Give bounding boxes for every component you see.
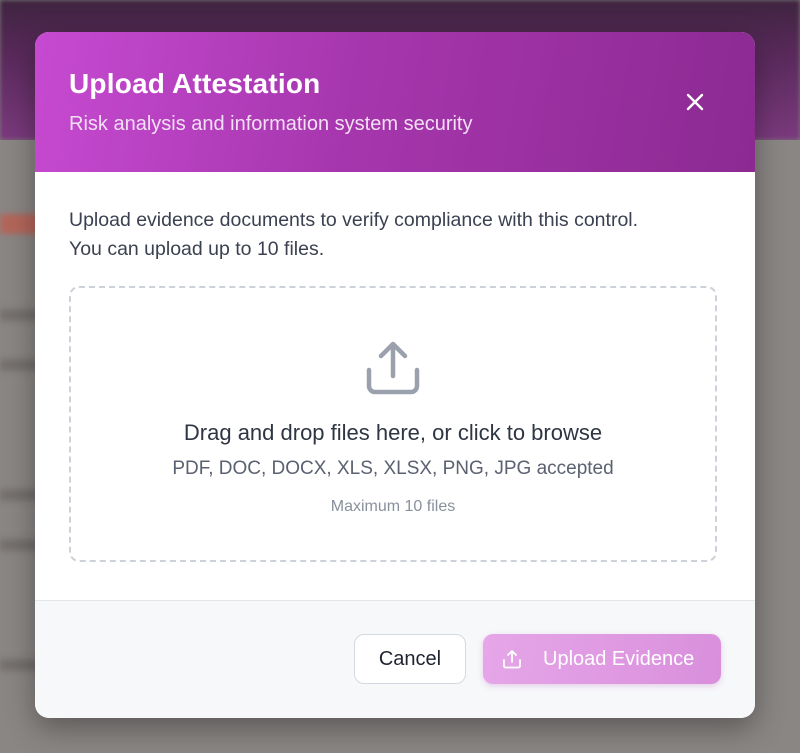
dropzone-title: Drag and drop files here, or click to br… <box>183 420 603 445</box>
description-line: Upload evidence documents to verify comp… <box>69 209 639 231</box>
cancel-button[interactable]: Cancel <box>354 634 466 684</box>
max-files-note: Maximum 10 files <box>330 498 456 515</box>
upload-evidence-button[interactable]: Upload Evidence <box>483 634 721 684</box>
dialog-subtitle: Risk analysis and information system sec… <box>69 113 473 135</box>
upload-icon <box>366 341 420 395</box>
close-button[interactable] <box>679 86 711 118</box>
dialog-title: Upload Attestation <box>69 68 321 99</box>
close-icon <box>686 93 704 111</box>
upload-evidence-label: Upload Evidence <box>543 647 695 670</box>
background-accent <box>0 214 40 234</box>
upload-attestation-dialog: Upload Attestation Risk analysis and inf… <box>35 32 755 718</box>
accepted-formats: PDF, DOC, DOCX, XLS, XLSX, PNG, JPG acce… <box>172 458 614 479</box>
upload-icon <box>503 650 521 669</box>
dialog-header <box>35 32 755 172</box>
dialog-description: Upload evidence documents to verify comp… <box>69 206 719 264</box>
description-line: You can upload up to 10 files. <box>69 238 325 260</box>
